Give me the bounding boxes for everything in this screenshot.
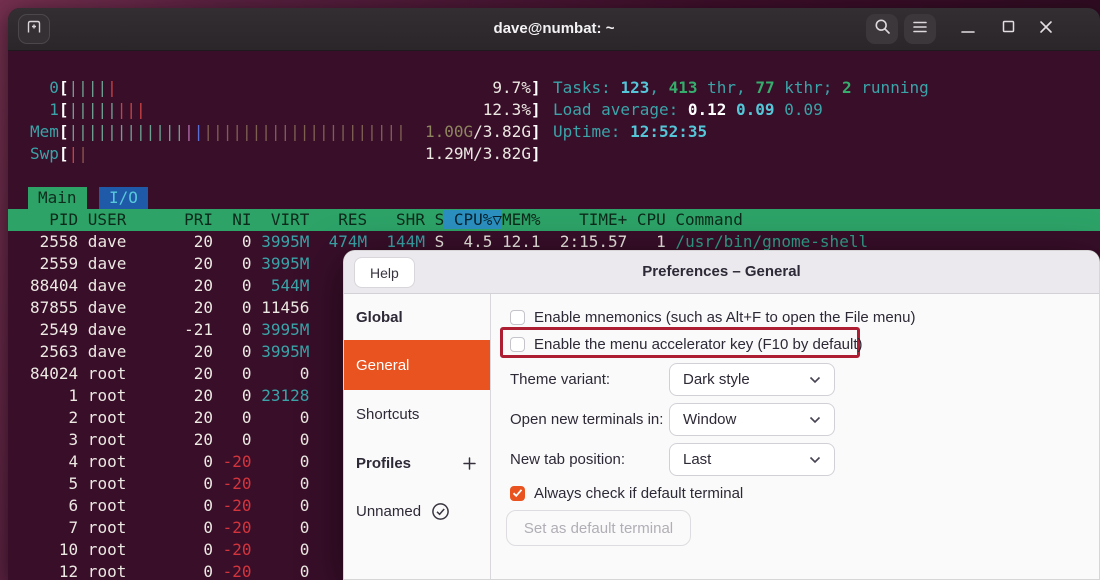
dialog-header: Preferences – General Help: [344, 251, 1099, 294]
open-terminals-dropdown[interactable]: Window: [669, 403, 835, 436]
new-tab-button[interactable]: [18, 14, 50, 44]
tab-position-value: Last: [683, 451, 711, 468]
desktop: { "window": { "title": "dave@numbat: ~" …: [0, 0, 1100, 580]
htop-screen-tabs: Main I/O: [28, 187, 148, 209]
chevron-down-icon: [809, 376, 821, 384]
close-button[interactable]: [1036, 19, 1056, 39]
default-terminal-checkbox[interactable]: [510, 486, 525, 501]
search-icon: [874, 18, 891, 40]
sidebar-general-label: General: [356, 357, 409, 374]
htop-column-header-text: PID USER PRI NI VIRT RES SHR S CPU%▽MEM%…: [30, 209, 743, 231]
search-button[interactable]: [866, 14, 898, 44]
theme-variant-value: Dark style: [683, 371, 750, 388]
add-profile-button[interactable]: [463, 457, 476, 470]
meter-mem: Mem[||||||||||||||||||||||||||||||||||| …: [30, 121, 541, 143]
maximize-icon: [1002, 20, 1015, 38]
open-terminals-value: Window: [683, 411, 736, 428]
preferences-dialog: Preferences – General Help Global Genera…: [343, 250, 1100, 580]
profile-name-label: Unnamed: [356, 503, 421, 520]
tab-position-dropdown[interactable]: Last: [669, 443, 835, 476]
accelerator-checkbox-row[interactable]: Enable the menu accelerator key (F10 by …: [510, 335, 863, 353]
dialog-content: Enable mnemonics (such as Alt+F to open …: [492, 294, 1099, 579]
sidebar-global-label: Global: [356, 309, 403, 326]
theme-variant-label: Theme variant:: [510, 363, 610, 396]
set-default-terminal-button[interactable]: Set as default terminal: [506, 510, 691, 546]
theme-variant-dropdown[interactable]: Dark style: [669, 363, 835, 396]
set-default-terminal-label: Set as default terminal: [524, 520, 673, 537]
mnemonics-label: Enable mnemonics (such as Alt+F to open …: [534, 309, 915, 326]
htop-info-line: Tasks: 123, 413 thr, 77 kthr; 2 running: [553, 77, 929, 99]
meter-swp: Swp[|| 1.29M/3.82G]: [30, 143, 541, 165]
mnemonics-checkbox-row[interactable]: Enable mnemonics (such as Alt+F to open …: [510, 308, 915, 326]
meter-1: 1[|||||||| 12.3%]: [30, 99, 541, 121]
htop-info-line: Uptime: 12:52:35: [553, 121, 707, 143]
sidebar-item-general[interactable]: General: [344, 340, 490, 390]
htop-info-line: Load average: 0.12 0.09 0.09: [553, 99, 823, 121]
htop-tab-io[interactable]: I/O: [99, 187, 148, 209]
mnemonics-checkbox[interactable]: [510, 310, 525, 325]
sidebar-shortcuts-label: Shortcuts: [356, 406, 419, 423]
menu-button[interactable]: [904, 14, 936, 44]
help-button-label: Help: [370, 265, 399, 281]
hamburger-icon: [912, 20, 928, 39]
help-button[interactable]: Help: [354, 257, 415, 288]
htop-column-header[interactable]: PID USER PRI NI VIRT RES SHR S CPU%▽MEM%…: [8, 209, 1100, 231]
dialog-sidebar: Global General Shortcuts Profiles Unname…: [344, 294, 491, 579]
window-title: dave@numbat: ~: [8, 8, 1100, 50]
accelerator-checkbox[interactable]: [510, 337, 525, 352]
sidebar-item-profile-unnamed[interactable]: Unnamed: [344, 488, 490, 534]
sidebar-heading-profiles: Profiles: [344, 439, 490, 488]
minimize-icon: [961, 19, 975, 40]
tab-position-label: New tab position:: [510, 443, 625, 476]
sort-column-cpu[interactable]: CPU%▽: [444, 210, 502, 229]
htop-tab-main[interactable]: Main: [28, 187, 87, 209]
maximize-button[interactable]: [998, 19, 1018, 39]
chevron-down-icon: [809, 456, 821, 464]
plus-icon: [463, 457, 476, 470]
close-icon: [1039, 20, 1053, 39]
minimize-button[interactable]: [958, 19, 978, 39]
check-icon: [512, 488, 523, 498]
sidebar-item-shortcuts[interactable]: Shortcuts: [344, 390, 490, 439]
titlebar[interactable]: dave@numbat: ~: [8, 8, 1100, 51]
sidebar-profiles-label: Profiles: [356, 455, 411, 472]
dialog-title: Preferences – General: [344, 251, 1099, 293]
default-terminal-checkbox-row[interactable]: Always check if default terminal: [510, 484, 743, 502]
open-terminals-label: Open new terminals in:: [510, 403, 663, 436]
meter-0: 0[||||| 9.7%]: [30, 77, 541, 99]
default-profile-check-icon: [431, 502, 450, 521]
accelerator-label: Enable the menu accelerator key (F10 by …: [534, 336, 863, 353]
default-terminal-label: Always check if default terminal: [534, 485, 743, 502]
sidebar-heading-global: Global: [344, 294, 490, 340]
new-tab-icon: [26, 19, 42, 39]
chevron-down-icon: [809, 416, 821, 424]
